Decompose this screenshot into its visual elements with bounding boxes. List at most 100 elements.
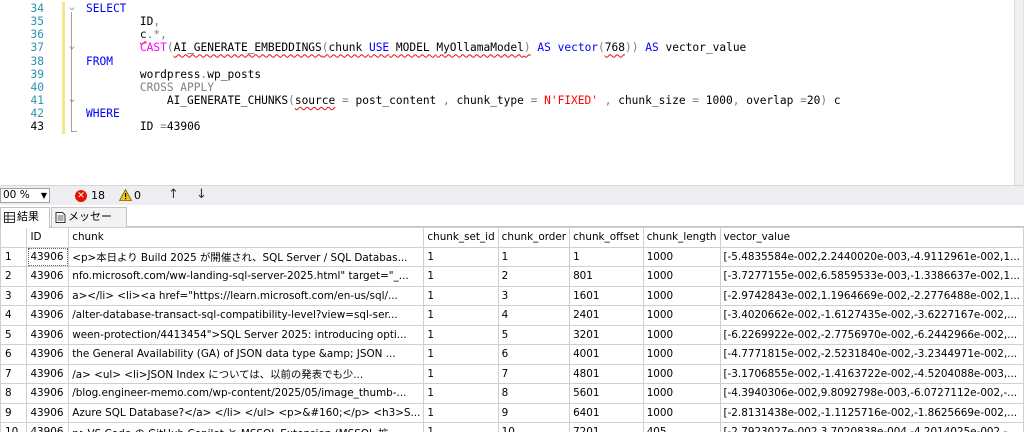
- table-cell[interactable]: [-3.1706855e-002,-1.4163722e-002,-4.5204…: [719, 363, 1024, 384]
- table-cell[interactable]: [-2.7923027e-002,3.7020838e-004,-4.20140…: [719, 422, 1024, 432]
- error-icon[interactable]: ✕: [75, 190, 87, 202]
- table-row[interactable]: 1 43906 <p>本日より Build 2025 が開催され、SQL Serve…: [0, 246, 1024, 267]
- results-grid[interactable]: ID chunk chunk_set_id chunk_order chunk_offs…: [0, 227, 1024, 432]
- row-number[interactable]: 9: [0, 402, 28, 423]
- table-cell[interactable]: 1000: [642, 266, 721, 287]
- table-cell[interactable]: 801: [569, 266, 644, 287]
- table-cell[interactable]: 1000: [642, 402, 721, 423]
- table-cell[interactable]: [-4.7771815e-002,-2.5231840e-002,-3.2344…: [719, 344, 1024, 365]
- code-text[interactable]: wordpress.wp_posts: [86, 68, 261, 81]
- table-cell[interactable]: 1000: [642, 363, 721, 384]
- table-cell[interactable]: 405: [642, 422, 721, 432]
- table-cell[interactable]: 43906: [26, 383, 70, 404]
- code-text[interactable]: AI_GENERATE_CHUNKS(source = post_content…: [86, 94, 841, 107]
- table-cell[interactable]: nfo.microsoft.com/ww-landing-sql-server-…: [68, 266, 425, 287]
- code-line[interactable]: 41 ⌵ AI_GENERATE_CHUNKS(source = post_con…: [0, 94, 1015, 107]
- table-cell[interactable]: 43906: [26, 266, 70, 287]
- table-row[interactable]: 2 43906 nfo.microsoft.com/ww-landing-sql-s…: [0, 266, 1024, 287]
- table-cell[interactable]: p>VS Code の GitHub Copilot と MSSQL Exten…: [68, 422, 425, 432]
- table-cell[interactable]: 1000: [642, 344, 721, 365]
- code-line[interactable]: 39 wordpress.wp_posts: [0, 68, 1015, 81]
- table-cell[interactable]: 1: [423, 266, 499, 287]
- table-cell[interactable]: 2: [497, 266, 571, 287]
- table-row[interactable]: 5 43906 ween-protection/4413454">SQL Serve…: [0, 324, 1024, 345]
- row-number[interactable]: 3: [0, 285, 28, 306]
- table-cell[interactable]: 6: [497, 344, 571, 365]
- chevron-down-icon[interactable]: ▼: [41, 189, 47, 202]
- table-cell[interactable]: [-6.2269922e-002,-2.7756970e-002,-6.2442…: [719, 324, 1024, 345]
- table-cell[interactable]: 43906: [26, 402, 70, 423]
- table-cell[interactable]: /a> <ul> <li>JSON Index については、以前の発表でも少..…: [68, 363, 425, 384]
- table-cell[interactable]: 8: [497, 383, 571, 404]
- code-line[interactable]: 37 ⌵ CAST(AI_GENERATE_EMBEDDINGS(chunk US…: [0, 41, 1015, 54]
- table-cell[interactable]: 1000: [642, 383, 721, 404]
- code-line[interactable]: 42 WHERE: [0, 107, 1015, 120]
- column-header[interactable]: chunk_length: [642, 227, 721, 248]
- column-header[interactable]: chunk_set_id: [423, 227, 499, 248]
- table-cell[interactable]: <p>本日より Build 2025 が開催され、SQL Server / SQ…: [68, 246, 425, 267]
- code-text[interactable]: c.*,: [86, 28, 167, 41]
- tab-messages[interactable]: メッセージ: [51, 207, 127, 241]
- column-header[interactable]: chunk_order: [497, 227, 571, 248]
- row-number[interactable]: 8: [0, 383, 28, 404]
- row-number[interactable]: 10: [0, 422, 28, 432]
- table-cell[interactable]: 1000: [642, 324, 721, 345]
- table-cell[interactable]: 4001: [569, 344, 644, 365]
- table-cell[interactable]: 1: [423, 246, 499, 267]
- code-text[interactable]: SELECT: [86, 2, 126, 15]
- table-cell[interactable]: 1: [569, 246, 644, 267]
- table-cell[interactable]: 1: [423, 285, 499, 306]
- table-cell[interactable]: 5: [497, 324, 571, 345]
- table-cell[interactable]: 1: [423, 363, 499, 384]
- row-header-corner[interactable]: [0, 227, 28, 248]
- table-cell[interactable]: [-3.7277155e-002,6.5859533e-003,-1.33866…: [719, 266, 1024, 287]
- fold-toggle-icon[interactable]: ⌵: [66, 94, 78, 107]
- table-cell[interactable]: 7: [497, 363, 571, 384]
- row-number[interactable]: 6: [0, 344, 28, 365]
- table-cell[interactable]: 43906: [26, 422, 70, 432]
- table-cell[interactable]: 43906: [26, 363, 70, 384]
- code-line[interactable]: 43 ID =43906: [0, 120, 1015, 133]
- table-cell[interactable]: 9: [497, 402, 571, 423]
- table-cell[interactable]: 1000: [642, 285, 721, 306]
- table-cell[interactable]: 1000: [642, 305, 721, 326]
- table-row[interactable]: 3 43906 a></li> <li><a href="https://learn…: [0, 285, 1024, 306]
- next-issue-arrow-icon[interactable]: ↓: [196, 187, 207, 202]
- row-number[interactable]: 7: [0, 363, 28, 384]
- code-line[interactable]: 36 c.*,: [0, 28, 1015, 41]
- table-row[interactable]: 9 43906 Azure SQL Database?</a> </li> </ul…: [0, 402, 1024, 423]
- code-line[interactable]: 40 CROSS APPLY: [0, 81, 1015, 94]
- table-cell[interactable]: 43906: [26, 344, 70, 365]
- table-cell[interactable]: 1: [423, 305, 499, 326]
- table-cell[interactable]: the General Availability (GA) of JSON da…: [68, 344, 425, 365]
- code-text[interactable]: FROM: [86, 55, 113, 68]
- table-cell[interactable]: 5601: [569, 383, 644, 404]
- table-cell[interactable]: 6401: [569, 402, 644, 423]
- code-text[interactable]: CROSS APPLY: [86, 81, 214, 94]
- table-cell[interactable]: [-2.8131438e-002,-1.1125716e-002,-1.8625…: [719, 402, 1024, 423]
- row-number[interactable]: 2: [0, 266, 28, 287]
- table-cell[interactable]: 4801: [569, 363, 644, 384]
- table-cell[interactable]: 7201: [569, 422, 644, 432]
- table-row[interactable]: 4 43906/alter-database-transact-sql-compa…: [0, 305, 1024, 326]
- fold-toggle-icon[interactable]: ⌵: [66, 41, 78, 54]
- table-cell[interactable]: 1: [423, 344, 499, 365]
- fold-toggle-icon[interactable]: ⌵: [66, 2, 78, 15]
- table-cell[interactable]: [-5.4835584e-002,2.2440020e-003,-4.91129…: [719, 246, 1024, 267]
- column-header[interactable]: chunk_offset: [569, 227, 644, 248]
- table-cell[interactable]: 1601: [569, 285, 644, 306]
- table-cell[interactable]: 43906: [26, 246, 70, 267]
- code-text[interactable]: WHERE: [86, 107, 120, 120]
- table-cell[interactable]: 3: [497, 285, 571, 306]
- table-cell[interactable]: Azure SQL Database?</a> </li> </ul> <p>&…: [68, 402, 425, 423]
- code-text[interactable]: CAST(AI_GENERATE_EMBEDDINGS(chunk USE MO…: [86, 41, 746, 54]
- row-number[interactable]: 5: [0, 324, 28, 345]
- zoom-dropdown[interactable]: 00 % ▼: [0, 188, 50, 203]
- error-count[interactable]: 18: [91, 189, 105, 202]
- table-cell[interactable]: ween-protection/4413454">SQL Server 2025…: [68, 324, 425, 345]
- row-number[interactable]: 1: [0, 246, 28, 267]
- table-cell[interactable]: 4: [497, 305, 571, 326]
- table-cell[interactable]: 10: [497, 422, 571, 432]
- column-header[interactable]: vector_value: [719, 227, 1024, 248]
- code-line[interactable]: 34 ⌵ SELECT: [0, 2, 1015, 15]
